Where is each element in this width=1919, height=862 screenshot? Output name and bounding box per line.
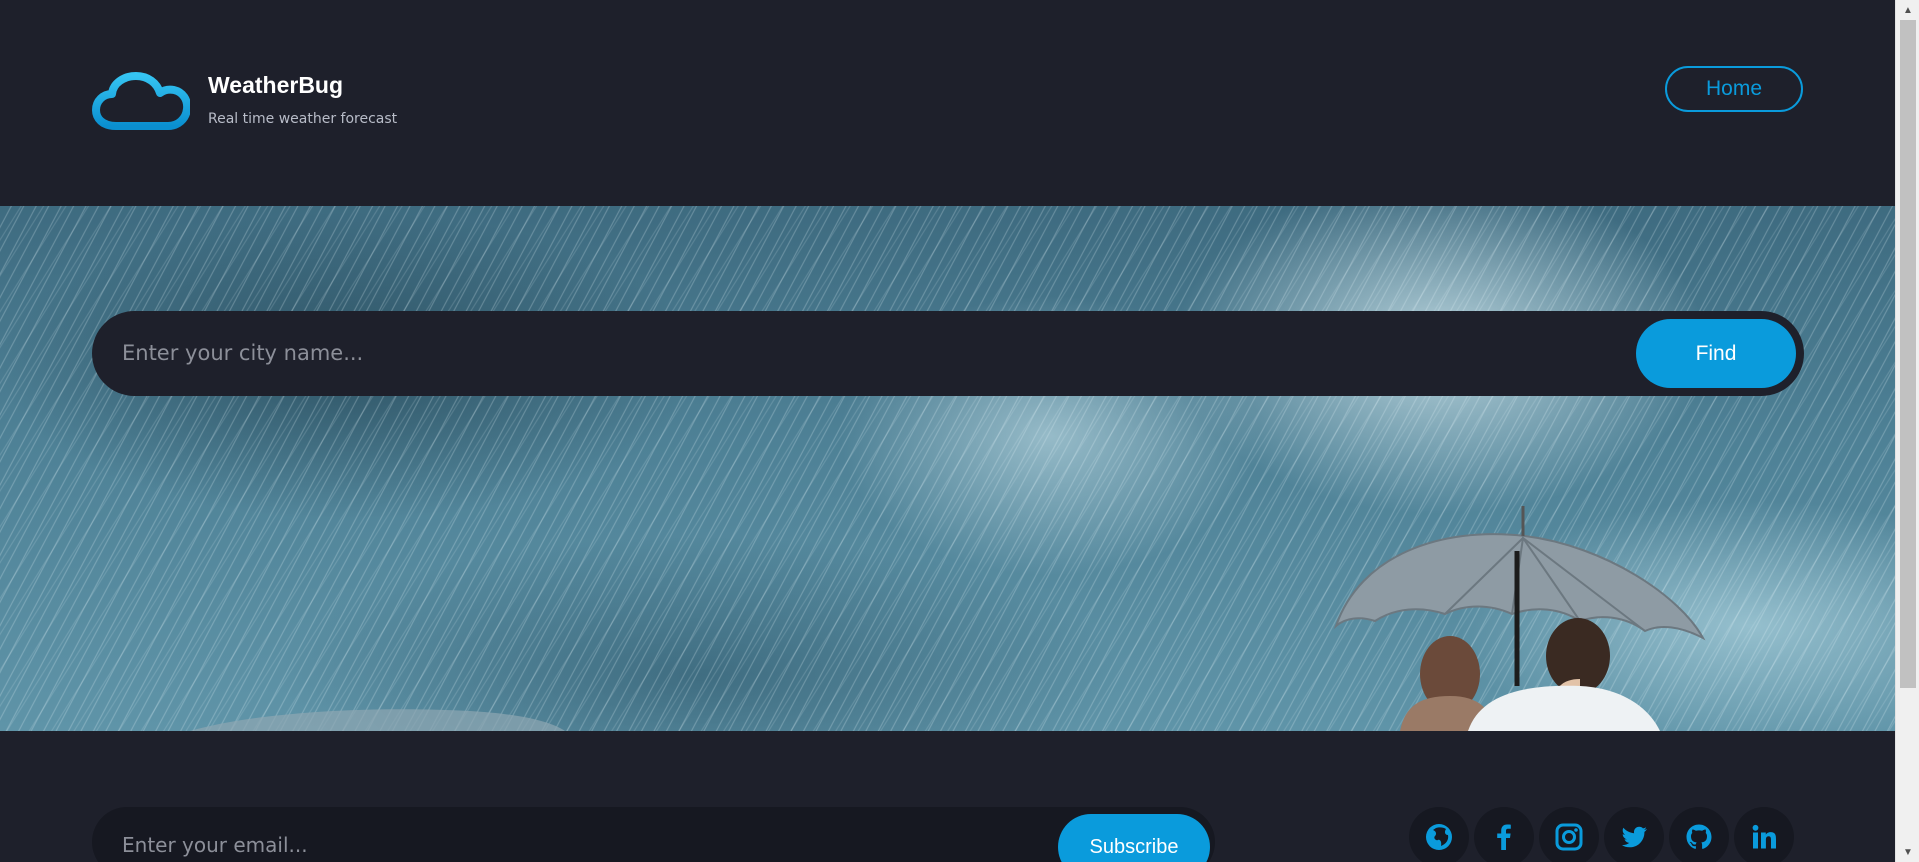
site-footer: Subscribe [0,731,1895,862]
home-nav-button[interactable]: Home [1665,66,1803,112]
find-button[interactable]: Find [1636,319,1796,388]
subscribe-button[interactable]: Subscribe [1058,814,1210,862]
facebook-icon[interactable] [1474,807,1534,862]
city-search-bar: Find [92,311,1804,396]
linkedin-icon[interactable] [1734,807,1794,862]
site-header: WeatherBug Real time weather forecast Ho… [0,0,1895,206]
instagram-icon[interactable] [1539,807,1599,862]
social-links [1409,807,1794,862]
scroll-up-arrow-icon[interactable]: ▲ [1896,0,1919,20]
scroll-down-arrow-icon[interactable]: ▼ [1896,842,1919,862]
scrollbar-thumb[interactable] [1900,20,1916,688]
cloud-icon [92,72,192,132]
twitter-icon[interactable] [1604,807,1664,862]
brand-subtitle: Real time weather forecast [208,111,398,127]
vertical-scrollbar[interactable]: ▲ ▼ [1895,0,1919,862]
email-input[interactable] [122,827,1022,862]
city-search-input[interactable] [122,333,1622,373]
brand-title: WeatherBug [208,72,344,98]
couple-umbrella-image [190,506,1706,731]
hero-banner: Find [0,206,1895,731]
github-icon[interactable] [1669,807,1729,862]
newsletter-form: Subscribe [92,807,1215,862]
globe-icon[interactable] [1409,807,1469,862]
